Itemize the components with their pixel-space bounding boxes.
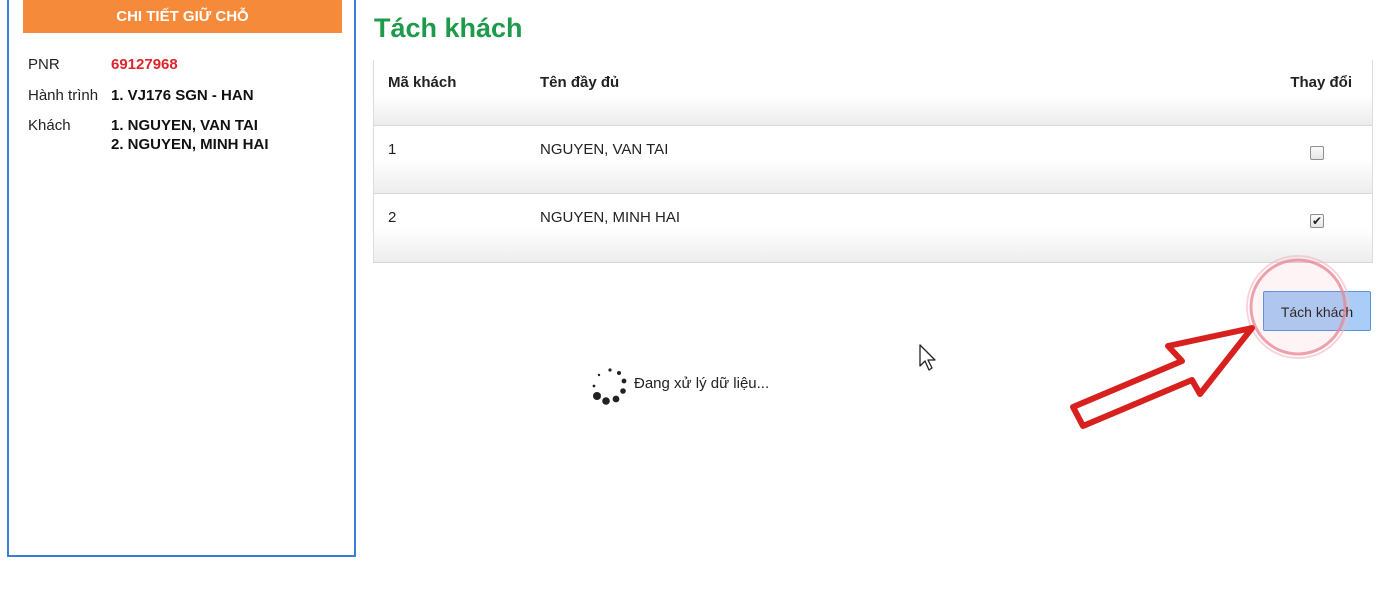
page-title: Tách khách (374, 13, 523, 43)
pnr-value: 69127968 (111, 56, 178, 73)
table-row: 2 NGUYEN, MINH HAI ✔ (374, 194, 1372, 262)
loading-indicator: Đang xử lý dữ liệu... (590, 366, 769, 411)
pnr-label: PNR (28, 56, 60, 73)
row-id: 2 (388, 209, 397, 226)
loading-text: Đang xử lý dữ liệu... (634, 375, 770, 392)
table-header: Mã khách Tên đầy đủ Thay đổi (374, 60, 1372, 126)
pax-label: Khách (28, 117, 71, 134)
pax-item: 1. NGUYEN, VAN TAI (111, 117, 258, 134)
change-checkbox[interactable]: ✔ (1310, 214, 1324, 228)
pax-item: 2. NGUYEN, MINH HAI (111, 136, 269, 153)
table-row: 1 NGUYEN, VAN TAI (374, 126, 1372, 194)
header-id: Mã khách (388, 74, 457, 91)
row-name: NGUYEN, VAN TAI (540, 141, 669, 158)
route-value: 1. VJ176 SGN - HAN (111, 87, 254, 104)
row-id: 1 (388, 141, 397, 158)
header-name: Tên đầy đủ (540, 74, 620, 91)
row-name: NGUYEN, MINH HAI (540, 209, 681, 226)
route-label: Hành trình (28, 87, 99, 104)
passenger-table: Mã khách Tên đầy đủ Thay đổi 1 NGUYEN, V… (373, 60, 1373, 263)
header-change: Thay đổi (1290, 74, 1352, 91)
cursor-icon (919, 344, 936, 371)
spinner-icon (592, 368, 627, 405)
annotation-arrow-icon (1070, 325, 1255, 429)
split-passenger-button[interactable]: Tách khách (1263, 291, 1371, 331)
booking-detail-panel: CHI TIẾT GIỮ CHỖ PNR 69127968 Hành trình… (7, 0, 356, 557)
change-checkbox[interactable] (1310, 146, 1324, 160)
checkmark-icon: ✔ (1311, 214, 1323, 228)
panel-header: CHI TIẾT GIỮ CHỖ (23, 0, 342, 33)
